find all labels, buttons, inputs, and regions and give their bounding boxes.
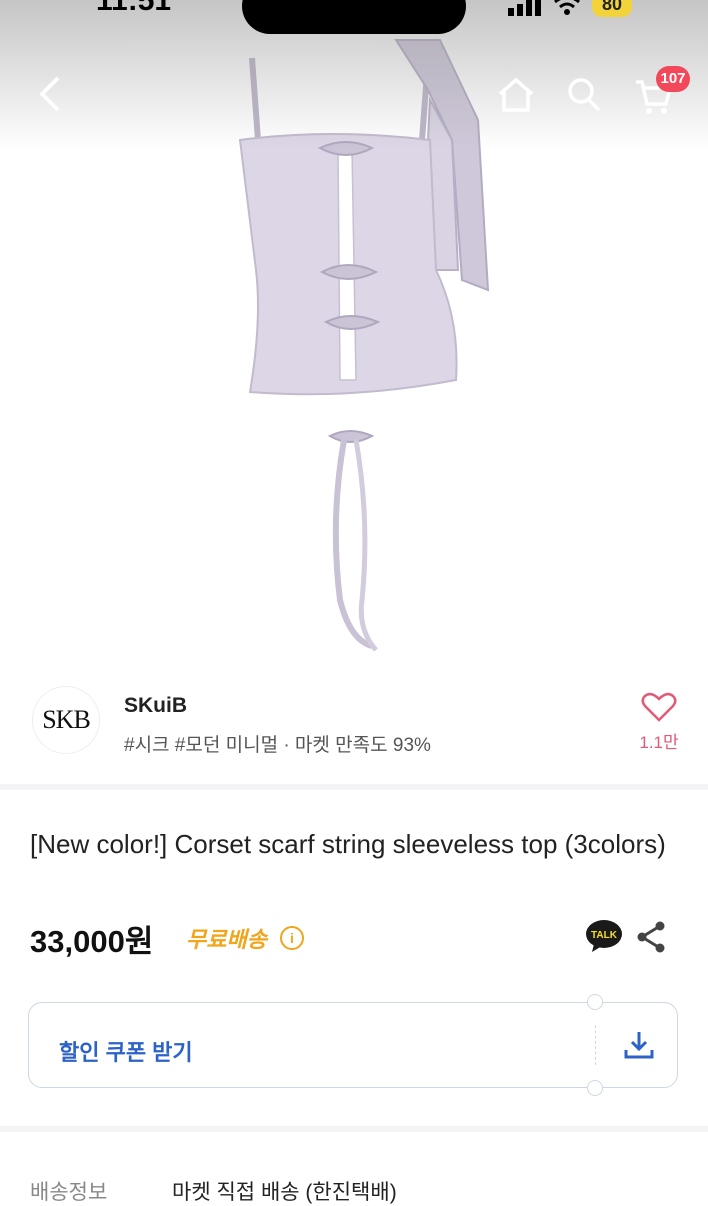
status-icons: 80	[508, 0, 633, 17]
share-icon[interactable]	[636, 920, 668, 954]
info-icon[interactable]: i	[280, 926, 304, 950]
section-divider	[0, 784, 708, 790]
store-name[interactable]: SKuiB	[124, 694, 187, 718]
coupon-separator	[595, 1025, 596, 1065]
download-icon[interactable]	[623, 1029, 655, 1061]
coupon-notch-bottom	[587, 1080, 603, 1096]
signal-icon	[508, 0, 541, 16]
status-time: 11:51	[96, 0, 172, 17]
svg-text:TALK: TALK	[591, 930, 618, 941]
product-title: [New color!] Corset scarf string sleevel…	[30, 829, 666, 859]
cart-count-badge: 107	[656, 66, 690, 92]
free-shipping-badge: 무료배송	[186, 927, 267, 952]
store-tags: #시크 #모던 미니멀 · 마켓 만족도 93%	[124, 735, 431, 756]
coupon-banner[interactable]: 할인 쿠폰 받기	[28, 994, 678, 1096]
like-button[interactable]: 1.1만	[634, 690, 684, 754]
coupon-label: 할인 쿠폰 받기	[59, 1040, 193, 1065]
battery-indicator: 80	[592, 0, 633, 17]
home-icon[interactable]	[496, 76, 536, 114]
back-icon[interactable]	[36, 76, 64, 112]
section-divider-2	[0, 1126, 708, 1132]
product-price: 33,000원	[30, 924, 154, 959]
search-icon[interactable]	[566, 76, 602, 114]
dynamic-island	[242, 0, 466, 34]
wifi-icon	[554, 0, 580, 15]
coupon-notch-top	[587, 994, 603, 1010]
store-logo[interactable]: SKB	[32, 686, 100, 754]
shipping-label: 배송정보	[30, 1181, 108, 1204]
like-count: 1.1만	[639, 733, 679, 752]
kakao-talk-icon[interactable]: TALK	[584, 918, 624, 959]
heart-icon	[641, 692, 677, 722]
shipping-value: 마켓 직접 배송 (한진택배)	[172, 1181, 397, 1204]
